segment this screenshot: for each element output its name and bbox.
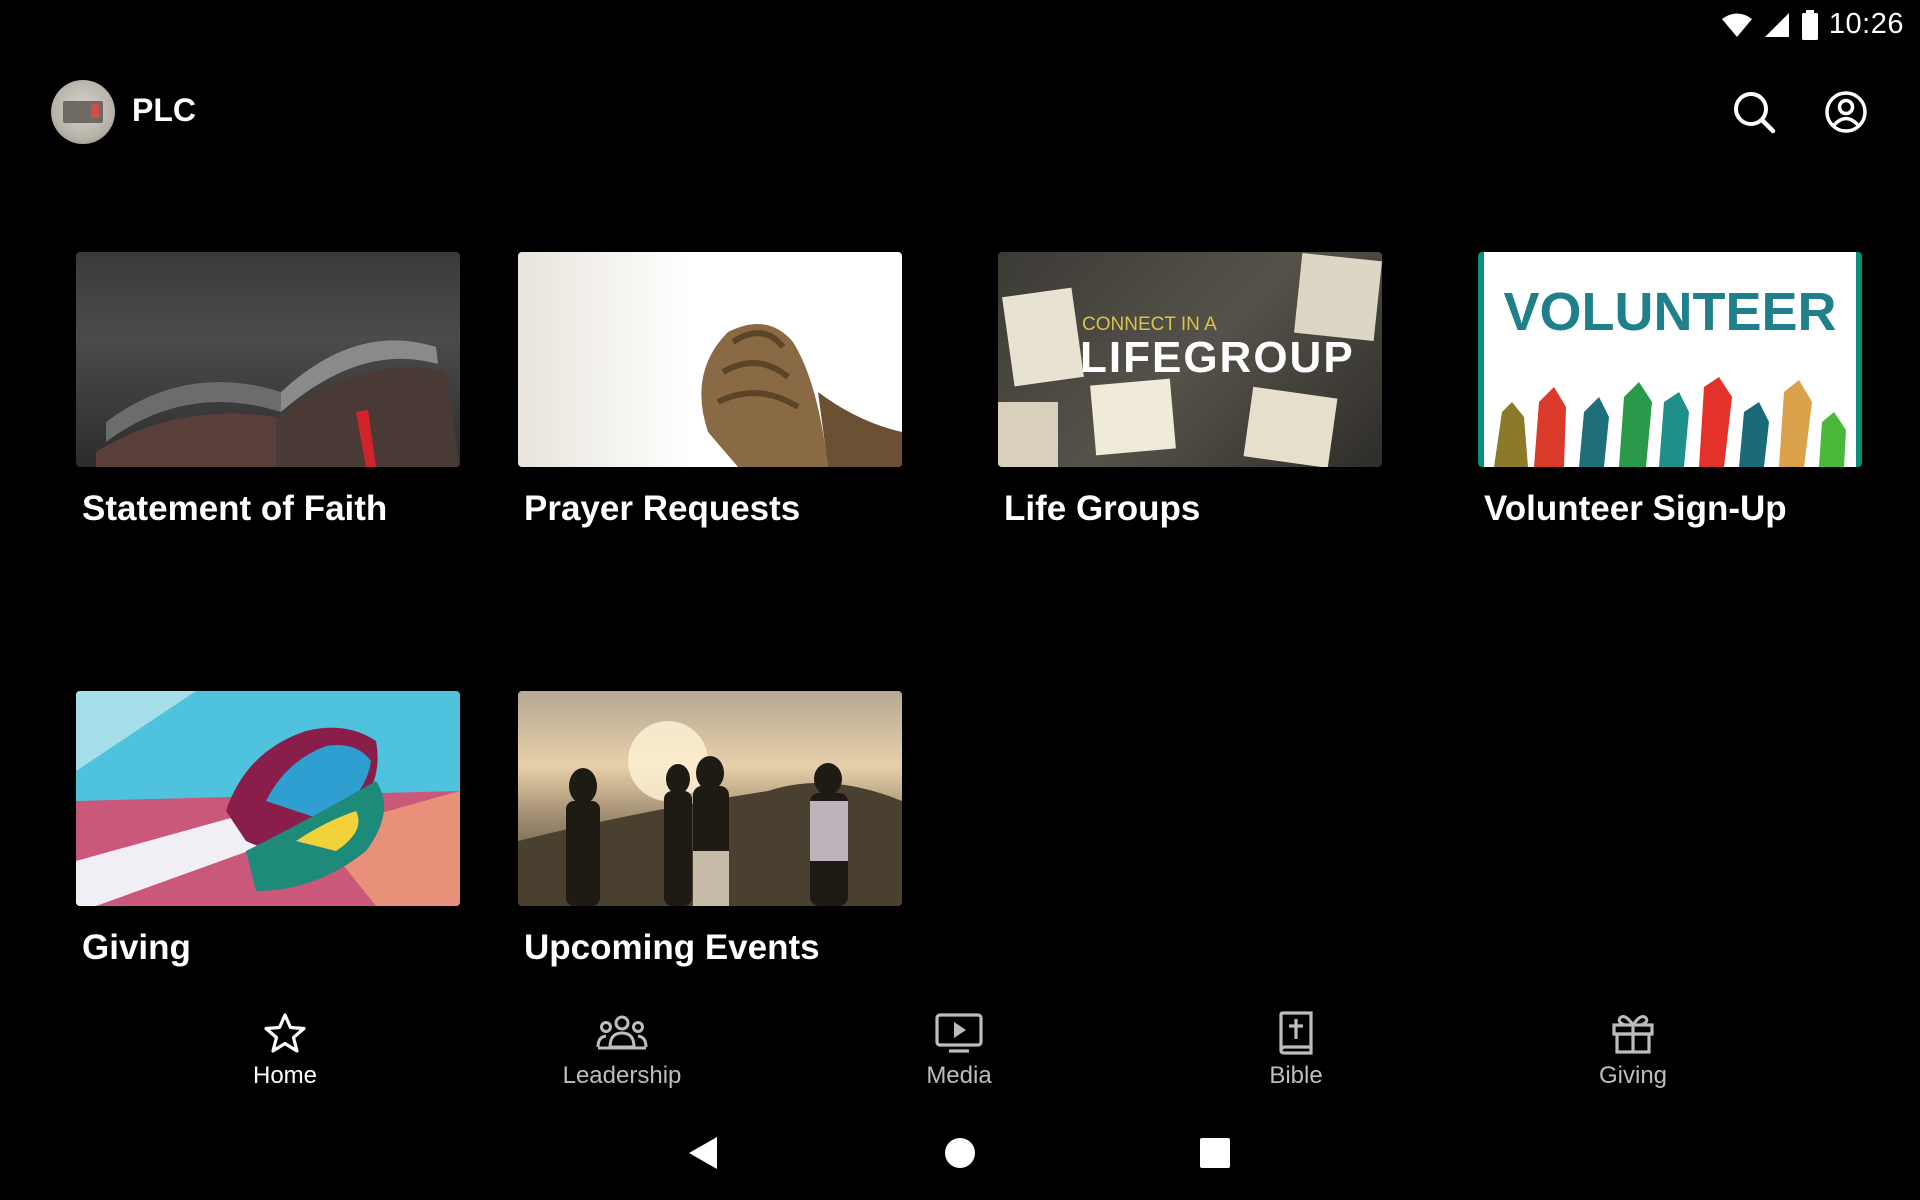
- lifegroup-caption-small: CONNECT IN A: [1082, 314, 1217, 335]
- status-icons: 10:26: [1721, 8, 1904, 41]
- volunteer-caption: VOLUNTEER: [1503, 282, 1836, 342]
- nav-bible[interactable]: Bible: [1196, 1010, 1396, 1090]
- nav-label: Home: [252, 1062, 318, 1089]
- system-navigation-bar: [0, 1128, 1920, 1188]
- status-time: 10:26: [1828, 8, 1904, 40]
- search-icon: [1734, 92, 1776, 134]
- wifi-icon: [1721, 13, 1752, 37]
- lifegroup-image: CONNECT IN A LIFEGROUP: [998, 252, 1382, 467]
- card-title: Statement of Faith: [82, 489, 388, 528]
- nav-label: Media: [926, 1062, 992, 1089]
- nav-label: Giving: [1598, 1062, 1668, 1089]
- nav-label: Leadership: [562, 1062, 682, 1089]
- status-bar: 10:26: [0, 0, 1920, 48]
- cell-signal-icon: [1764, 12, 1789, 37]
- bible-illustration: [96, 340, 460, 467]
- card-title: Giving: [82, 928, 191, 967]
- volunteer-illustration: VOLUNTEER: [1494, 282, 1846, 467]
- giving-hands-illustration: [76, 691, 460, 906]
- nav-label: Bible: [1269, 1062, 1323, 1089]
- app-bar: PLC: [0, 72, 1920, 152]
- praying-hands-illustration: [701, 324, 902, 467]
- card-title: Life Groups: [1004, 489, 1201, 528]
- card-upcoming-events[interactable]: Upcoming Events: [518, 691, 902, 968]
- card-life-groups[interactable]: CONNECT IN A LIFEGROUP Life Groups: [998, 252, 1382, 529]
- card-statement-of-faith[interactable]: Statement of Faith: [76, 252, 460, 529]
- open-bible-image: [76, 252, 460, 467]
- battery-icon: [1801, 9, 1818, 40]
- app-actions: [1728, 86, 1872, 138]
- giving-hands-image: [76, 691, 460, 906]
- bottom-navigation: Home Leadership Media Bible Giving: [0, 1000, 1920, 1100]
- system-back-button[interactable]: [673, 1128, 733, 1178]
- volunteer-image: VOLUNTEER: [1478, 252, 1862, 467]
- nav-leadership[interactable]: Leadership: [522, 1010, 722, 1090]
- card-title: Prayer Requests: [524, 489, 801, 528]
- system-recents-button[interactable]: [1185, 1128, 1245, 1178]
- account-circle-icon: [1825, 91, 1867, 133]
- card-title: Upcoming Events: [524, 928, 820, 967]
- lifegroup-illustration: CONNECT IN A LIFEGROUP: [998, 253, 1382, 467]
- card-giving[interactable]: Giving: [76, 691, 460, 968]
- nav-media[interactable]: Media: [859, 1010, 1059, 1090]
- star-icon: [185, 1010, 385, 1056]
- recents-square-icon: [1200, 1138, 1230, 1168]
- bible-icon: [1196, 1010, 1396, 1056]
- logo-book-icon: [63, 101, 103, 123]
- system-home-button[interactable]: [930, 1128, 990, 1178]
- home-circle-icon: [945, 1138, 975, 1168]
- church-logo-avatar[interactable]: [51, 80, 115, 144]
- search-button[interactable]: [1728, 86, 1780, 138]
- nav-giving[interactable]: Giving: [1533, 1010, 1733, 1090]
- back-triangle-icon: [689, 1137, 717, 1169]
- card-volunteer-signup[interactable]: VOLUNTEER Volunteer Sign-Up: [1478, 252, 1862, 529]
- raised-hands-icon: [1494, 377, 1846, 467]
- friends-sunset-image: [518, 691, 902, 906]
- card-prayer-requests[interactable]: Prayer Requests: [518, 252, 902, 529]
- people-icon: [522, 1010, 722, 1056]
- card-title: Volunteer Sign-Up: [1484, 489, 1787, 528]
- nav-home[interactable]: Home: [185, 1010, 385, 1090]
- account-button[interactable]: [1820, 86, 1872, 138]
- sunset-friends-illustration: [518, 721, 902, 906]
- app-title: PLC: [132, 92, 196, 128]
- praying-hands-image: [518, 252, 902, 467]
- tv-play-icon: [859, 1010, 1059, 1056]
- gift-icon: [1533, 1010, 1733, 1056]
- lifegroup-caption-large: LIFEGROUP: [1080, 333, 1355, 382]
